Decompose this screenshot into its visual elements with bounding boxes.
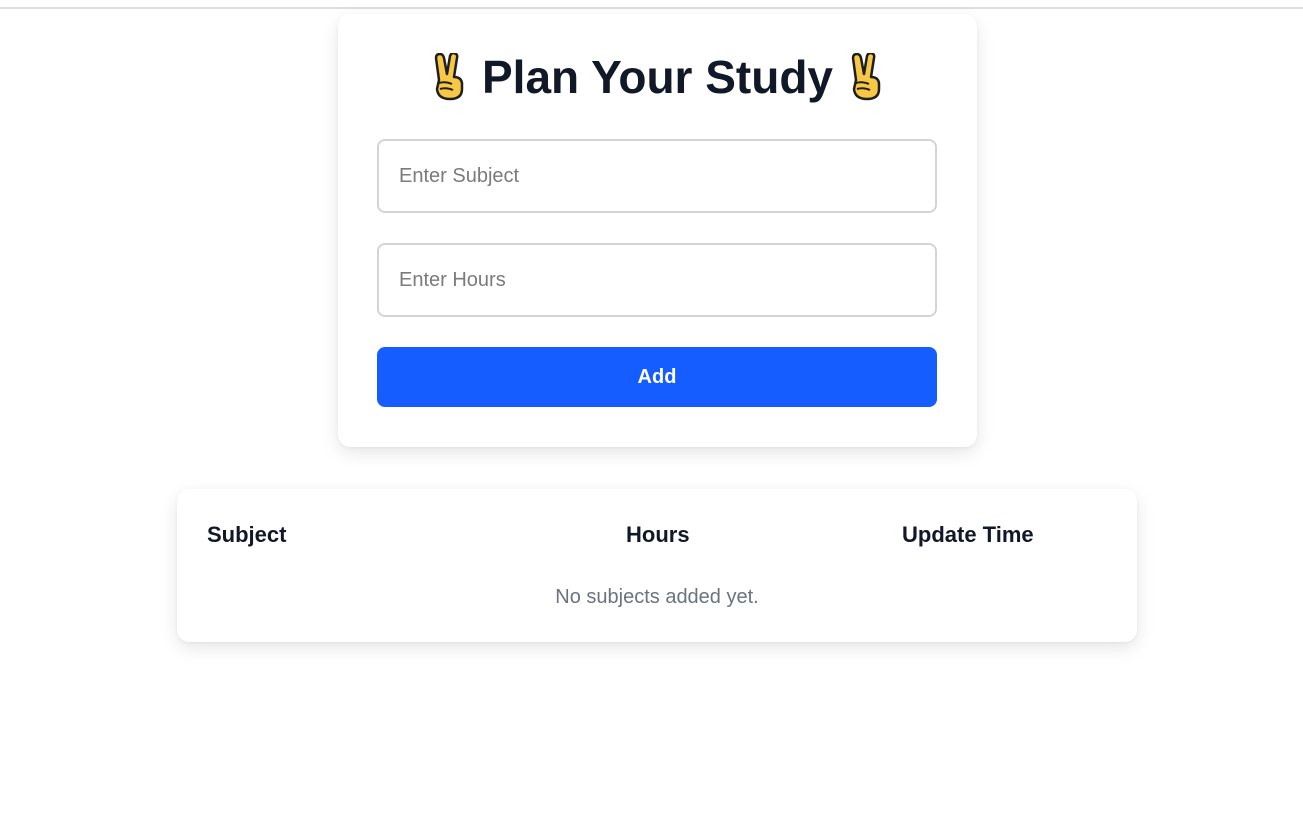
column-header-hours: Hours [626,522,690,547]
subject-input[interactable] [377,139,937,213]
column-header-subject: Subject [207,522,287,547]
study-planner-form: Plan Your Study Add [338,14,977,447]
column-header-update-time: Update Time [902,522,1034,547]
victory-hand-icon [847,51,885,101]
hours-input[interactable] [377,243,937,317]
empty-state-message: No subjects added yet. [555,586,759,608]
title-text: Plan Your Study [481,51,834,103]
subjects-table: Subject Hours Update Time No subjects ad… [177,489,1137,642]
top-divider [0,7,1303,9]
page-title: Plan Your Study [338,51,977,103]
add-button[interactable]: Add [377,347,937,407]
victory-hand-icon [430,51,468,101]
